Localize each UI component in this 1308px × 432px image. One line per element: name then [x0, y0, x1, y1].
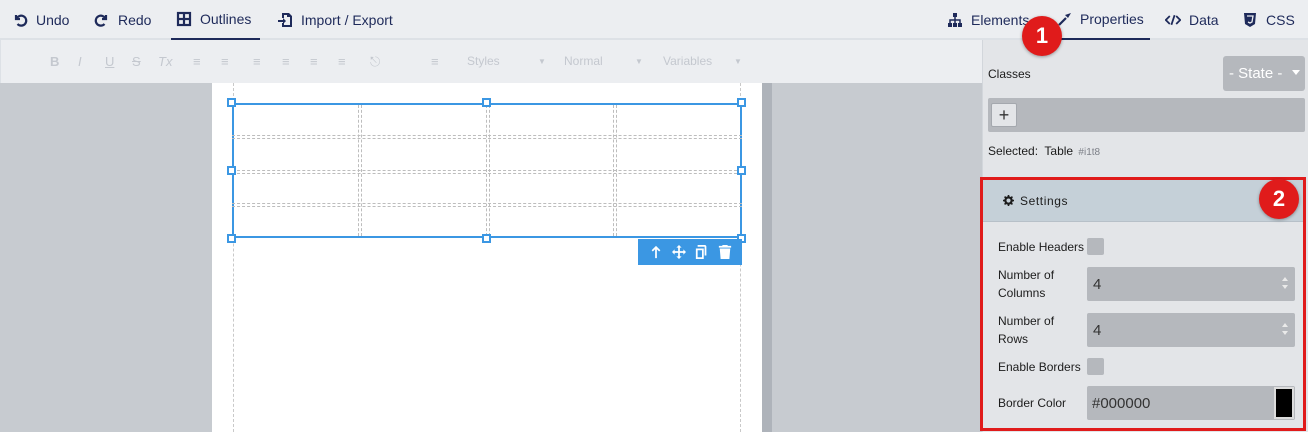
canvas-scrollbar[interactable] — [762, 83, 772, 432]
resize-handle-top-right[interactable] — [737, 98, 746, 107]
italic-button[interactable]: I — [78, 54, 82, 69]
import-export-label: Import / Export — [301, 12, 393, 28]
step-badge-1: 1 — [1022, 16, 1062, 56]
link-icon[interactable]: ⎋ — [370, 54, 380, 70]
table-column-divider — [489, 105, 490, 236]
selected-id: #i1t8 — [1078, 147, 1101, 158]
rich-text-toolbar: B I U S Tx ≡ ≡ ≡ ≡ ≡ ≡ ⎋ ≡ Styles ▼ Norm… — [0, 40, 982, 83]
import-icon — [278, 13, 292, 27]
resize-handle-top-left[interactable] — [227, 98, 236, 107]
table-column-divider — [358, 105, 359, 236]
selected-label: Selected: — [988, 144, 1039, 158]
line-height-icon[interactable]: ≡ — [431, 54, 439, 69]
variables-select[interactable]: Variables — [663, 54, 712, 68]
properties-label: Properties — [1080, 11, 1144, 27]
table-row-divider — [232, 203, 742, 204]
sitemap-icon — [948, 13, 962, 27]
resize-handle-left[interactable] — [227, 166, 236, 175]
table-column-divider — [486, 105, 487, 236]
add-class-button[interactable]: + — [991, 103, 1017, 127]
import-export-button[interactable]: Import / Export — [277, 0, 393, 40]
state-select-label: - State - — [1229, 65, 1283, 82]
bold-button[interactable]: B — [50, 54, 59, 69]
table-grid-icon — [176, 11, 192, 27]
redo-label: Redo — [118, 12, 152, 28]
data-tab[interactable]: Data — [1165, 0, 1219, 40]
redo-button[interactable]: Redo — [94, 0, 151, 40]
code-icon — [1165, 14, 1181, 26]
table-row-divider — [232, 135, 742, 136]
resize-handle-bottom-left[interactable] — [227, 234, 236, 243]
selected-info: Selected: Table #i1t8 — [988, 144, 1100, 158]
classes-label: Classes — [988, 67, 1031, 81]
outlines-button[interactable]: Outlines — [171, 0, 260, 40]
underline-button[interactable]: U — [105, 54, 114, 69]
format-caret-icon: ▼ — [635, 57, 643, 66]
move-icon[interactable] — [671, 245, 686, 259]
element-toolbar — [638, 239, 742, 265]
css-label: CSS — [1266, 12, 1295, 28]
elements-label: Elements — [971, 12, 1030, 28]
outlines-label: Outlines — [200, 11, 252, 27]
arrow-up-icon[interactable] — [649, 245, 663, 259]
clone-icon[interactable] — [695, 245, 709, 259]
align-center-icon[interactable]: ≡ — [282, 54, 290, 69]
css3-icon — [1244, 13, 1256, 27]
undo-icon — [14, 14, 28, 27]
resize-handle-bottom[interactable] — [482, 234, 491, 243]
selected-name: Table — [1044, 144, 1074, 158]
table-column-divider — [361, 105, 362, 236]
classes-field[interactable] — [988, 98, 1305, 132]
variables-caret-icon: ▼ — [734, 57, 742, 66]
properties-tab[interactable]: Properties — [1054, 0, 1150, 40]
clear-format-button[interactable]: Tx — [158, 54, 172, 69]
state-select[interactable]: - State - — [1223, 56, 1305, 91]
step-badge-2: 2 — [1259, 179, 1299, 219]
strikethrough-button[interactable]: S — [132, 54, 141, 69]
align-right-icon[interactable]: ≡ — [310, 54, 318, 69]
align-justify-icon[interactable]: ≡ — [338, 54, 346, 69]
styles-caret-icon: ▼ — [538, 57, 546, 66]
resize-handle-right[interactable] — [737, 166, 746, 175]
state-caret-icon — [1292, 70, 1300, 75]
ordered-list-icon[interactable]: ≡ — [193, 54, 201, 69]
format-select[interactable]: Normal — [564, 54, 603, 68]
table-column-divider — [613, 105, 614, 236]
elements-tab[interactable]: Elements — [947, 0, 1029, 40]
trash-icon[interactable] — [718, 245, 732, 259]
align-left-icon[interactable]: ≡ — [253, 54, 261, 69]
table-row-divider — [232, 206, 742, 207]
css-tab[interactable]: CSS — [1242, 0, 1295, 40]
redo-icon — [94, 14, 108, 27]
data-label: Data — [1189, 12, 1219, 28]
table-row-divider — [232, 173, 742, 174]
bullet-list-icon[interactable]: ≡ — [221, 54, 229, 69]
undo-button[interactable]: Undo — [12, 0, 69, 40]
highlight-box-settings — [980, 177, 1306, 431]
resize-handle-top[interactable] — [482, 98, 491, 107]
undo-label: Undo — [36, 12, 70, 28]
table-row-divider — [232, 170, 742, 171]
styles-select[interactable]: Styles — [467, 54, 500, 68]
table-column-divider — [616, 105, 617, 236]
table-row-divider — [232, 138, 742, 139]
